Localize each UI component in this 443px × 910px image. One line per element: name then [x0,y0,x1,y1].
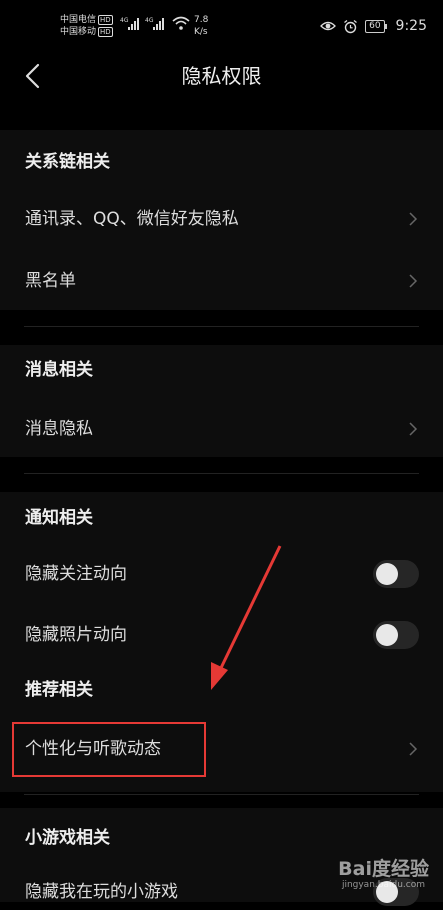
highlight-box [12,722,206,777]
title-bar: 隐私权限 [0,50,443,102]
row-label: 消息隐私 [25,419,93,439]
group-relations: 关系链相关 通讯录、QQ、微信好友隐私 黑名单 [0,130,443,310]
carrier-2: 中国移动 [60,27,97,37]
signal-icon: 4G [120,17,139,30]
clock: 9:25 [395,18,427,34]
section-title-notifications: 通知相关 [25,508,93,528]
row-label: 隐藏照片动向 [25,625,127,645]
section-title-recommend: 推荐相关 [25,680,93,700]
row-label: 隐藏关注动向 [25,564,127,584]
chevron-right-icon [409,422,418,436]
hide-follow-toggle[interactable] [373,560,419,588]
speed-unit: K/s [194,27,208,37]
alarm-icon [344,19,357,33]
row-label: 通讯录、QQ、微信好友隐私 [25,209,239,229]
watermark-url: jingyan.baidu.com [341,880,425,890]
divider [24,326,419,327]
row-label: 黑名单 [25,271,76,291]
watermark-logo: Bai度经验 [338,858,429,880]
carrier-info: 中国电信 HD 中国移动 HD [60,14,113,38]
wifi-icon [172,16,190,30]
battery-icon: 60 [365,19,388,33]
list-item-hide-photo: 隐藏照片动向 [0,607,443,663]
chevron-right-icon [409,274,418,288]
toggle-knob [376,563,398,585]
group-messages: 消息相关 消息隐私 [0,345,443,457]
page-title: 隐私权限 [181,64,262,88]
hide-photo-toggle[interactable] [373,621,419,649]
list-item-blacklist[interactable]: 黑名单 [0,254,443,308]
section-title-messages: 消息相关 [25,360,93,380]
divider [24,794,419,795]
spacer [0,102,443,130]
toggle-knob [376,624,398,646]
eye-icon [320,21,337,31]
section-title-minigame: 小游戏相关 [25,828,110,848]
watermark: Bai度经验 jingyan.baidu.com [319,854,429,896]
svg-text:4G: 4G [145,17,154,24]
speed-value: 7.8 [194,15,209,25]
list-item-contacts-privacy[interactable]: 通讯录、QQ、微信好友隐私 [0,192,443,246]
signal-icon-2: 4G [145,17,164,30]
list-item-message-privacy[interactable]: 消息隐私 [0,402,443,456]
chevron-right-icon [409,742,418,756]
status-right: 60 9:25 [320,18,427,34]
status-bar: 中国电信 HD 中国移动 HD 4G 4G 7.8 K/s 60 9:25 [0,0,443,50]
network-speed: 7.8 K/s [194,14,208,38]
list-item-hide-follow: 隐藏关注动向 [0,546,443,602]
row-label: 隐藏我在玩的小游戏 [25,882,178,902]
hd-badge-2: HD [98,26,113,37]
carrier-1: 中国电信 [60,15,97,25]
svg-text:4G: 4G [120,17,129,24]
divider [24,473,419,474]
section-title-relations: 关系链相关 [25,152,110,172]
chevron-right-icon [409,212,418,226]
hd-badge-1: HD [98,14,113,25]
